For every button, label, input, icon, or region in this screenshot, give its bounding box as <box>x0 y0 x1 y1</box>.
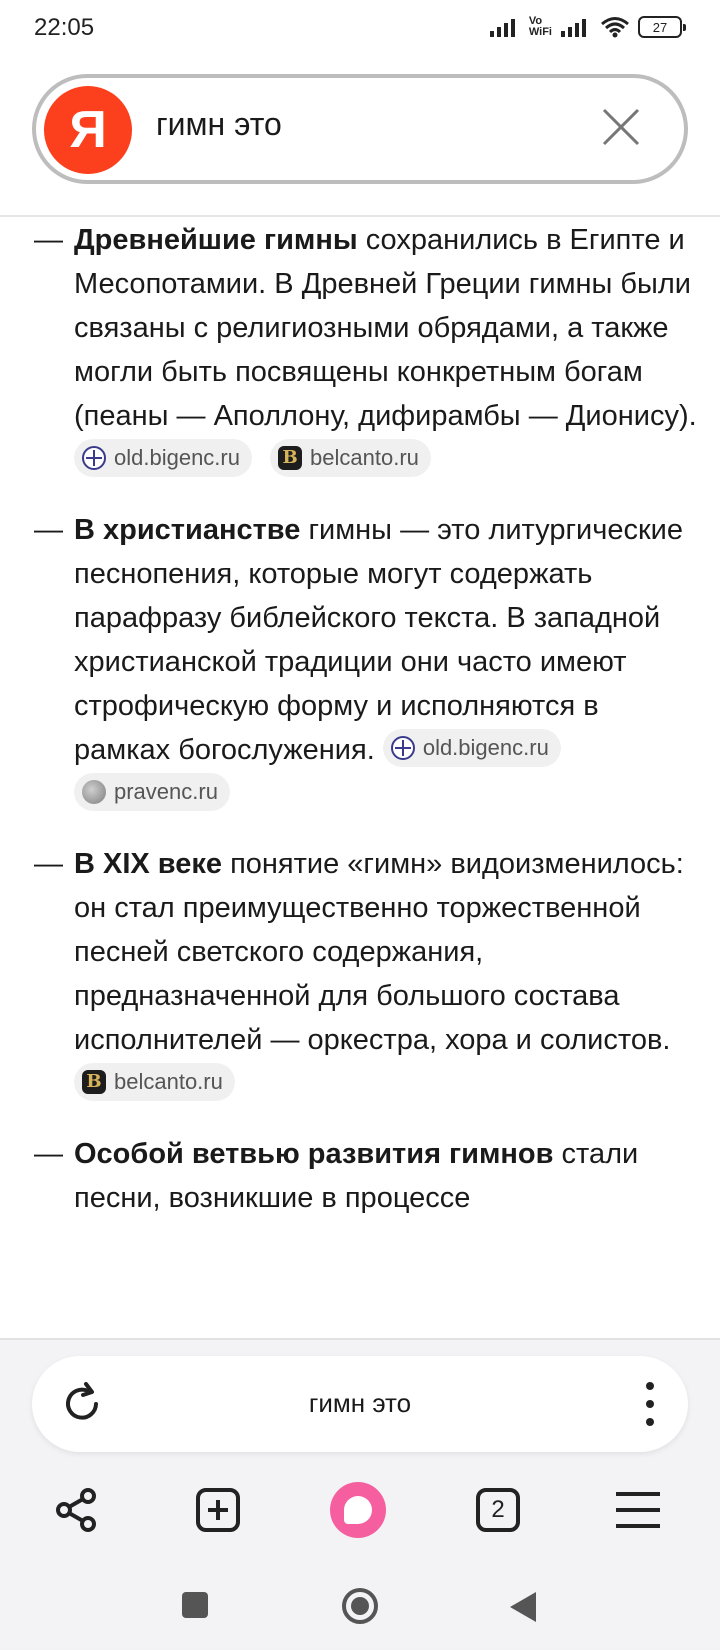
pravenc-globe-icon <box>82 780 106 805</box>
browser-toolbar: 2 <box>0 1478 720 1558</box>
new-tab-button[interactable] <box>186 1478 250 1542</box>
list-item: — Особой ветвью развития гимнов стали пе… <box>30 1132 700 1220</box>
status-icons: Vo WiFi 27 <box>489 12 686 42</box>
globe-grid-icon <box>390 736 415 761</box>
back-icon[interactable] <box>508 1590 538 1624</box>
recents-icon[interactable] <box>180 1590 210 1620</box>
list-dash: — <box>34 514 63 546</box>
browser-bottom-bar: гимн это 2 <box>0 1338 720 1650</box>
tabs-button[interactable]: 2 <box>466 1478 530 1542</box>
tabs-icon: 2 <box>476 1488 520 1532</box>
close-icon[interactable] <box>596 102 646 152</box>
list-item: — В христианстве гимны — это литургическ… <box>30 508 700 816</box>
vowifi-indicator: Vo WiFi <box>528 15 552 38</box>
list-item-text: Древнейшие гимны сохранились в Египте и … <box>74 218 700 482</box>
list-item-body: гимны — это литургические песнопения, ко… <box>74 514 683 766</box>
belcanto-b-icon: B <box>278 446 303 471</box>
list-item-text: Особой ветвью развития гимнов стали песн… <box>74 1132 700 1220</box>
source-chip[interactable]: old.bigenc.ru <box>74 439 252 478</box>
new-tab-icon <box>196 1488 240 1532</box>
source-chip[interactable]: Bbelcanto.ru <box>74 1063 235 1102</box>
omnibox[interactable]: гимн это <box>32 1356 688 1452</box>
signal-icon-2 <box>561 19 586 37</box>
status-bar: 22:05 Vo WiFi 27 <box>0 0 720 56</box>
source-chip[interactable]: old.bigenc.ru <box>382 729 561 768</box>
source-chip[interactable]: Bbelcanto.ru <box>270 439 431 478</box>
home-icon[interactable] <box>340 1586 380 1626</box>
alice-button[interactable] <box>326 1478 390 1542</box>
globe-grid-icon <box>82 446 106 471</box>
list-dash: — <box>34 848 63 880</box>
alice-icon <box>330 1482 386 1538</box>
search-query[interactable]: гимн это <box>156 106 282 143</box>
bottom-divider <box>0 1338 720 1340</box>
list-item-bold: В христианстве <box>74 514 301 546</box>
list-dash: — <box>34 224 63 256</box>
yandex-logo[interactable]: Я <box>44 86 132 174</box>
system-nav-bar <box>0 1588 720 1650</box>
omnibox-query[interactable]: гимн это <box>32 1388 688 1419</box>
list-dash: — <box>34 1138 63 1170</box>
answer-content: — Древнейшие гимны сохранились в Египте … <box>0 218 720 1340</box>
share-icon <box>56 1488 96 1532</box>
search-bar[interactable]: Я гимн это <box>32 74 688 184</box>
battery-indicator: 27 <box>638 16 686 38</box>
status-time: 22:05 <box>34 14 95 41</box>
source-chip[interactable]: pravenc.ru <box>74 773 230 812</box>
list-item-text: В XIX веке понятие «гимн» видоизменилось… <box>74 842 700 1106</box>
more-vertical-icon[interactable] <box>644 1382 656 1426</box>
list-item-text: В христианстве гимны — это литургические… <box>74 508 700 816</box>
list-item: — Древнейшие гимны сохранились в Египте … <box>30 218 700 482</box>
menu-icon <box>616 1492 660 1528</box>
wifi-icon <box>601 17 629 38</box>
list-item-bold: Древнейшие гимны <box>74 224 358 256</box>
belcanto-b-icon: B <box>82 1070 106 1095</box>
share-button[interactable] <box>44 1478 108 1542</box>
menu-button[interactable] <box>606 1478 670 1542</box>
header-divider <box>0 215 720 217</box>
list-item: — В XIX веке понятие «гимн» видоизменило… <box>30 842 700 1106</box>
list-item-bold: В XIX веке <box>74 848 223 880</box>
signal-icon <box>489 19 515 37</box>
list-item-bold: Особой ветвью развития гимнов <box>74 1138 554 1170</box>
